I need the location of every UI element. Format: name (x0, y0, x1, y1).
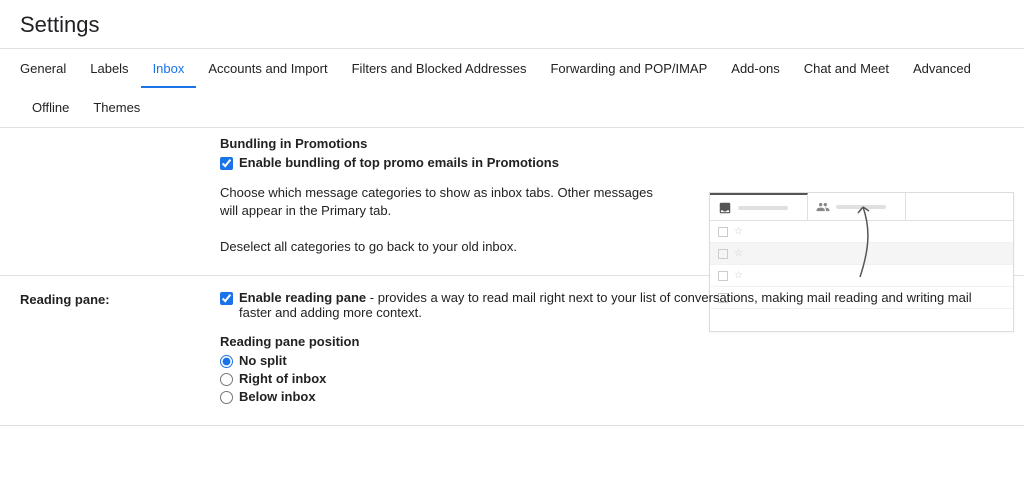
reading-pane-option-below-inbox[interactable]: Below inbox (220, 389, 1004, 404)
reading-pane-position-options: No split Right of inbox Below inbox (220, 353, 1004, 404)
reading-pane-radio[interactable] (220, 355, 233, 368)
bundling-heading: Bundling in Promotions (220, 136, 1004, 151)
tab-accounts-and-import[interactable]: Accounts and Import (196, 49, 339, 88)
preview-tab-primary (710, 193, 808, 220)
reading-pane-option-label: No split (239, 353, 287, 368)
preview-row: ☆ (710, 265, 1013, 287)
bundling-checkbox[interactable] (220, 157, 233, 170)
tab-forwarding-and-pop-imap[interactable]: Forwarding and POP/IMAP (538, 49, 719, 88)
bundling-desc2: Deselect all categories to go back to yo… (220, 238, 660, 256)
settings-header: Settings (0, 0, 1024, 49)
preview-tabs (710, 193, 1013, 221)
tab-inbox[interactable]: Inbox (141, 49, 197, 88)
tab-general[interactable]: General (20, 49, 78, 88)
tab-themes[interactable]: Themes (81, 88, 152, 127)
tab-offline[interactable]: Offline (20, 88, 81, 127)
bundling-body: Bundling in Promotions Enable bundling o… (220, 136, 1024, 257)
reading-pane-label: Reading pane: (0, 290, 220, 407)
tab-chat-and-meet[interactable]: Chat and Meet (792, 49, 901, 88)
section-label-empty (0, 136, 220, 257)
reading-pane-section: Reading pane: Enable reading pane - prov… (0, 276, 1024, 426)
preview-line (738, 206, 788, 210)
reading-pane-radio[interactable] (220, 391, 233, 404)
bundling-section: Bundling in Promotions Enable bundling o… (0, 128, 1024, 276)
settings-content: Bundling in Promotions Enable bundling o… (0, 128, 1024, 426)
preview-row: ☆ (710, 243, 1013, 265)
reading-pane-checkbox[interactable] (220, 292, 233, 305)
tab-advanced[interactable]: Advanced (901, 49, 983, 88)
reading-pane-position-heading: Reading pane position (220, 334, 1004, 349)
preview-line (836, 205, 886, 209)
reading-pane-option-no-split[interactable]: No split (220, 353, 1004, 368)
tab-add-ons[interactable]: Add-ons (719, 49, 791, 88)
inbox-icon (718, 201, 732, 215)
reading-pane-enable-label: Enable reading pane (239, 290, 366, 305)
people-icon (816, 200, 830, 214)
bundling-checkbox-row[interactable]: Enable bundling of top promo emails in P… (220, 155, 1004, 170)
reading-pane-option-label: Below inbox (239, 389, 316, 404)
reading-pane-enable-text: Enable reading pane - provides a way to … (239, 290, 1004, 320)
bundling-checkbox-label: Enable bundling of top promo emails in P… (239, 155, 559, 170)
preview-tab-social (808, 193, 906, 220)
tab-filters-and-blocked-addresses[interactable]: Filters and Blocked Addresses (340, 49, 539, 88)
reading-pane-radio[interactable] (220, 373, 233, 386)
page-title: Settings (20, 12, 1004, 38)
bundling-desc1: Choose which message categories to show … (220, 184, 660, 220)
reading-pane-body: Enable reading pane - provides a way to … (220, 290, 1024, 407)
settings-tabs: GeneralLabelsInboxAccounts and ImportFil… (0, 49, 1024, 128)
reading-pane-option-label: Right of inbox (239, 371, 326, 386)
tab-labels[interactable]: Labels (78, 49, 140, 88)
reading-pane-enable-row[interactable]: Enable reading pane - provides a way to … (220, 290, 1004, 320)
reading-pane-option-right-of-inbox[interactable]: Right of inbox (220, 371, 1004, 386)
preview-row: ☆ (710, 221, 1013, 243)
